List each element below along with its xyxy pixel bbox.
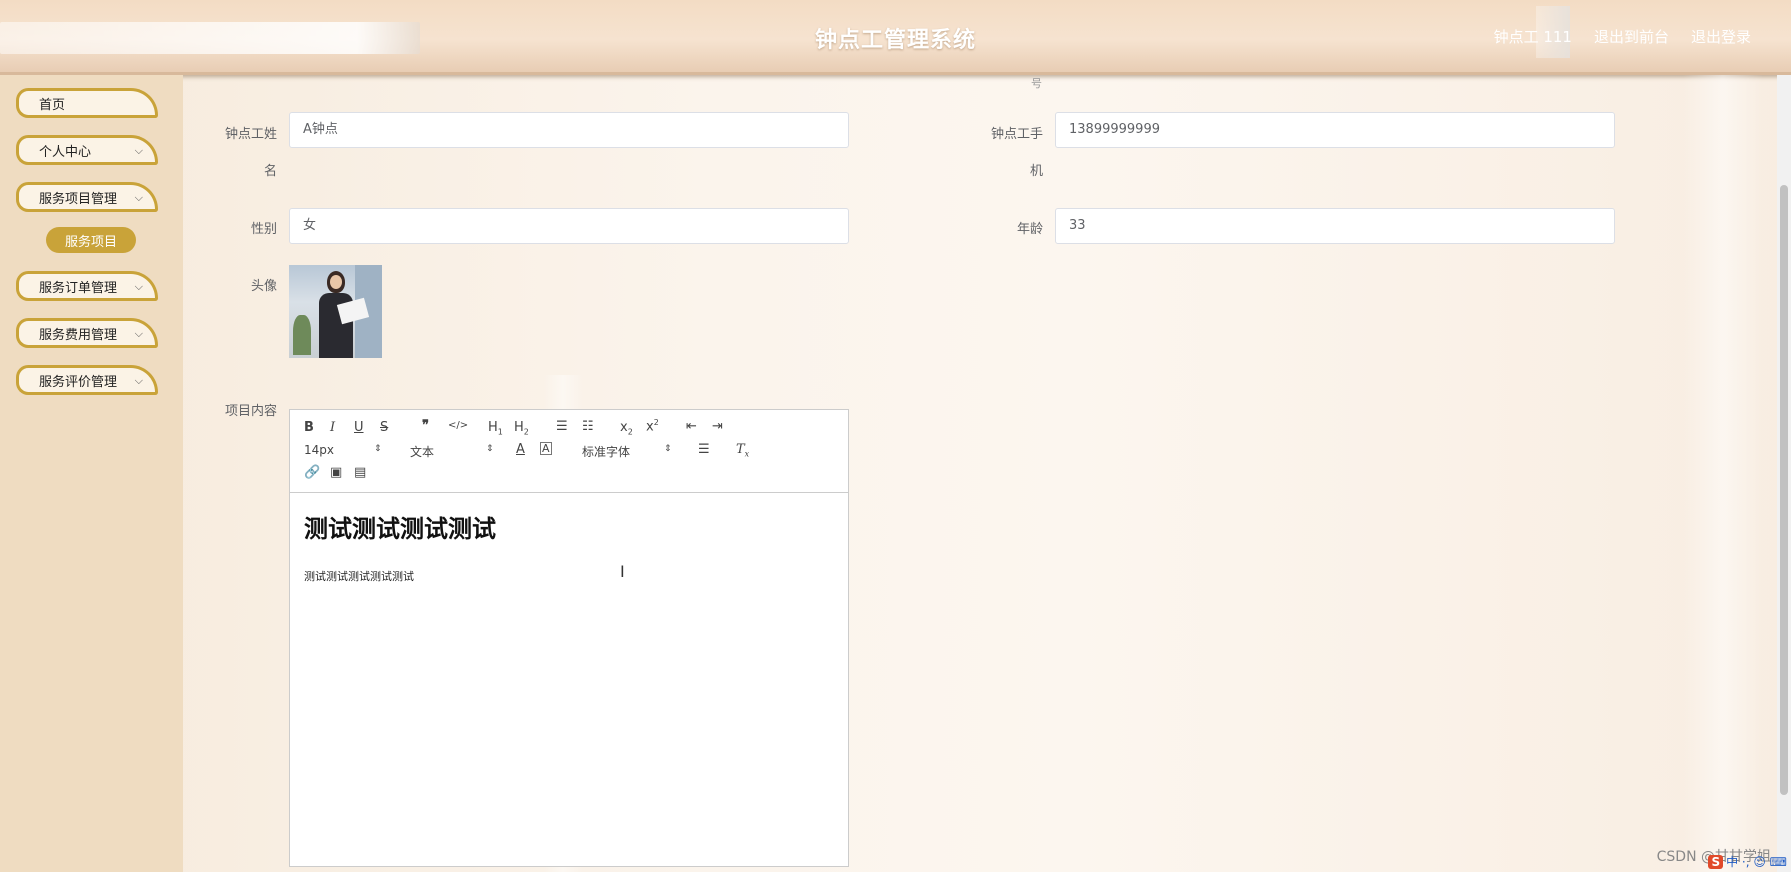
superscript-icon[interactable]: x2 [646, 418, 659, 434]
select-arrow-icon: ⇕ [374, 444, 382, 454]
bold-icon[interactable]: B [304, 420, 314, 435]
block-type-select[interactable]: 文本 ⇕ [410, 443, 494, 460]
page-scrollbar[interactable] [1777, 75, 1791, 872]
sidebar-item-label: 服务订单管理 [39, 280, 118, 296]
sidebar-item-label: 服务项目管理 [39, 191, 118, 207]
bullet-list-icon[interactable]: ☷ [582, 419, 594, 434]
heading2-icon[interactable]: H2 [514, 420, 529, 437]
content-label: 项目内容 [224, 404, 277, 419]
font-size-value: 14px [304, 443, 334, 457]
name-label: 钟点工姓 [224, 127, 277, 142]
current-user: 钟点工 111 [1493, 28, 1572, 46]
editor-content-area[interactable]: 测试测试测试测试 测试测试测试测试测试 [290, 493, 848, 600]
background-decoration [1683, 75, 1763, 872]
select-arrow-icon: ⇕ [664, 444, 672, 454]
phone-label-wrap: 机 [1029, 164, 1043, 179]
heading1-icon[interactable]: H1 [488, 420, 503, 437]
code-block-icon[interactable]: </> [448, 420, 468, 431]
indent-icon[interactable]: ⇥ [712, 419, 723, 434]
avatar-label: 头像 [250, 279, 277, 294]
italic-icon[interactable]: I [330, 420, 335, 435]
underline-icon[interactable]: U [354, 420, 364, 435]
gender-label: 性别 [250, 222, 277, 237]
chevron-down-icon: ⌵ [134, 280, 143, 293]
ime-status: 中 ·, ☺ ⌨ [1726, 855, 1787, 869]
rich-text-editor: B I U S ❞ </> H1 H2 ☰ ☷ x2 x2 ⇤ ⇥ 14px ⇕… [289, 409, 849, 867]
sidebar-item-label: 首页 [39, 97, 66, 113]
subscript-icon[interactable]: x2 [620, 420, 633, 437]
header-user-links: 钟点工 111 退出到前台 退出登录 [1494, 26, 1751, 47]
outdent-icon[interactable]: ⇤ [686, 419, 697, 434]
avatar-image[interactable] [289, 265, 382, 358]
sidebar-item-service-project[interactable]: 服务项目管理 ⌵ [16, 182, 158, 212]
top-header: 钟点工管理系统 钟点工 111 退出到前台 退出登录 [0, 0, 1791, 75]
clear-format-icon[interactable]: Tx [736, 442, 749, 459]
blockquote-icon[interactable]: ❞ [422, 418, 429, 433]
sogou-icon: S [1708, 854, 1724, 869]
ordered-list-icon[interactable]: ☰ [556, 419, 568, 434]
sidebar-item-label: 服务费用管理 [39, 327, 118, 343]
sidebar: 首页 个人中心 ⌵ 服务项目管理 ⌵ 服务项目 服务订单管理 ⌵ 服务费用管理 … [0, 75, 183, 872]
age-label: 年龄 [1016, 222, 1043, 237]
select-arrow-icon: ⇕ [486, 444, 494, 454]
chevron-down-icon: ⌵ [134, 327, 143, 340]
phone-field[interactable]: 13899999999 [1055, 112, 1615, 148]
link-icon[interactable]: 🔗 [304, 465, 320, 480]
font-size-select[interactable]: 14px ⇕ [304, 443, 384, 457]
sidebar-item-label: 服务评价管理 [39, 374, 118, 390]
font-family-value: 标准字体 [582, 445, 631, 459]
gender-field[interactable]: 女 [289, 208, 849, 244]
sidebar-item-home[interactable]: 首页 [16, 88, 158, 118]
back-to-front-link[interactable]: 退出到前台 [1594, 26, 1669, 47]
logout-link[interactable]: 退出登录 [1691, 26, 1751, 47]
sidebar-item-label: 个人中心 [39, 144, 92, 160]
sidebar-item-service-fee[interactable]: 服务费用管理 ⌵ [16, 318, 158, 348]
age-field[interactable]: 33 [1055, 208, 1615, 244]
sidebar-item-service-review[interactable]: 服务评价管理 ⌵ [16, 365, 158, 395]
block-type-value: 文本 [410, 445, 435, 459]
image-icon[interactable]: ▣ [330, 465, 342, 480]
chevron-down-icon: ⌵ [134, 144, 143, 157]
sidebar-item-personal-center[interactable]: 个人中心 ⌵ [16, 135, 158, 165]
align-icon[interactable]: ☰ [698, 442, 710, 457]
video-icon[interactable]: ▤ [354, 465, 366, 480]
strikethrough-icon[interactable]: S [380, 420, 388, 435]
chevron-down-icon: ⌵ [134, 374, 143, 387]
text-cursor-icon: I [620, 562, 625, 581]
font-family-select[interactable]: 标准字体 ⇕ [582, 443, 672, 460]
background-color-icon[interactable]: A [540, 442, 552, 455]
scrollbar-thumb[interactable] [1780, 185, 1788, 795]
name-field[interactable]: A钟点 [289, 112, 849, 148]
font-color-icon[interactable]: A [516, 442, 525, 457]
phone-label: 钟点工手 [990, 127, 1043, 142]
editor-paragraph: 测试测试测试测试测试 [304, 570, 414, 583]
sidebar-item-service-order[interactable]: 服务订单管理 ⌵ [16, 271, 158, 301]
chevron-down-icon: ⌵ [134, 191, 143, 204]
editor-heading: 测试测试测试测试 [304, 515, 496, 543]
name-label-wrap: 名 [263, 164, 277, 179]
editor-toolbar: B I U S ❞ </> H1 H2 ☰ ☷ x2 x2 ⇤ ⇥ 14px ⇕… [290, 410, 848, 493]
main-content: 号 钟点工姓 名 A钟点 钟点工手 机 13899999999 性别 女 年龄 … [183, 75, 1791, 872]
sidebar-subitem-service-project[interactable]: 服务项目 [46, 227, 136, 253]
cut-off-label: 号 [1031, 77, 1042, 90]
ime-indicator: S 中 ·, ☺ ⌨ [1708, 853, 1787, 870]
